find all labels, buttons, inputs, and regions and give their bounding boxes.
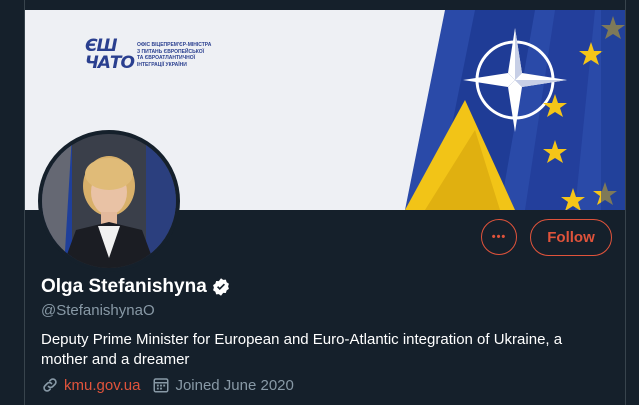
link-icon <box>43 378 57 392</box>
window-left-strip <box>0 0 24 405</box>
joined-item: Joined June 2020 <box>152 376 294 394</box>
joined-date: Joined June 2020 <box>175 376 294 394</box>
profile-card: ЄШ ЧАТО Офіс віцепрем'єр-міністра з пита… <box>24 0 626 405</box>
office-logo: ЄШ ЧАТО Офіс віцепрем'єр-міністра з пита… <box>85 38 235 98</box>
profile-meta: kmu.gov.ua Joined June 2020 <box>41 376 306 394</box>
more-options-button[interactable]: ••• <box>481 219 517 255</box>
profile-bio: Deputy Prime Minister for European and E… <box>41 331 563 368</box>
profile-name: Olga Stefanishyna <box>41 276 207 297</box>
profile-avatar[interactable] <box>38 130 180 272</box>
more-options-icon: ••• <box>491 231 507 243</box>
profile-handle: @StefanishynaO <box>41 302 155 319</box>
name-row: Olga Stefanishyna <box>41 276 231 298</box>
logo-mark-line2: ЧАТО <box>85 53 135 73</box>
logo-mark: ЄШ ЧАТО <box>85 38 135 73</box>
website-item: kmu.gov.ua <box>41 376 140 394</box>
logo-text: Офіс віцепрем'єр-міністра з питань європ… <box>137 42 212 68</box>
calendar-icon <box>153 378 169 393</box>
website-link[interactable]: kmu.gov.ua <box>64 377 140 394</box>
follow-button[interactable]: Follow <box>530 219 612 256</box>
avatar-photo <box>42 134 176 268</box>
flags-image <box>405 10 625 210</box>
verified-badge-icon <box>212 278 229 296</box>
